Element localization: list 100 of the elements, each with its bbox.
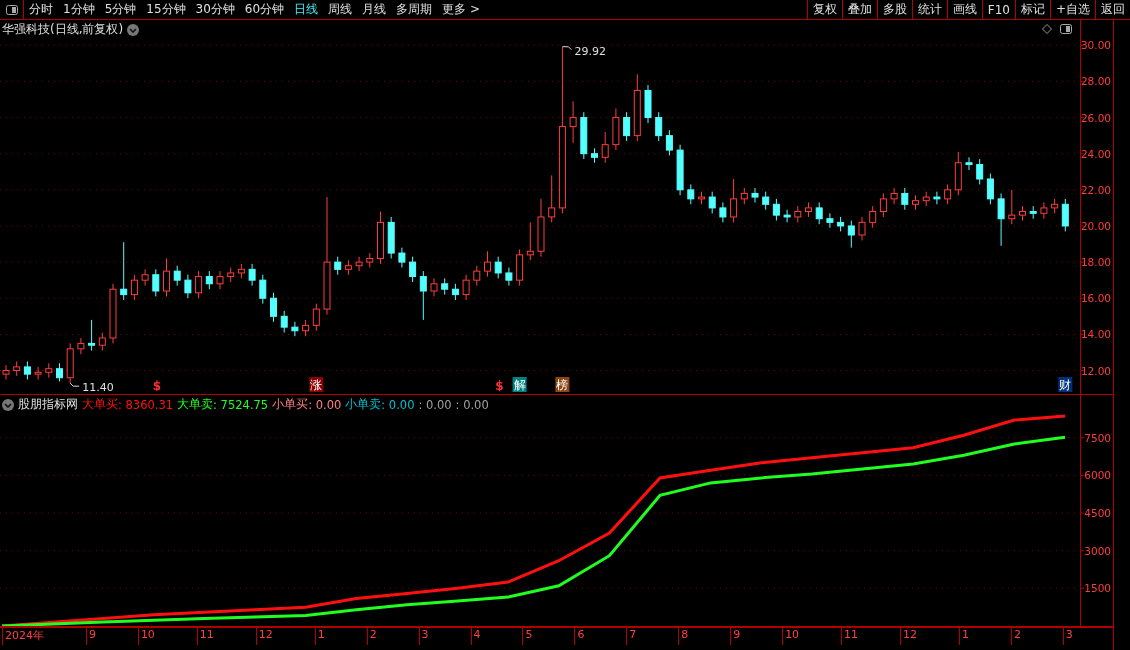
candlestick [163,258,170,297]
event-mark[interactable]: $ [152,379,162,393]
candlestick [334,256,342,276]
candlestick [901,187,909,211]
candlestick [601,131,609,164]
candlestick [344,259,352,276]
candlestick [890,187,898,205]
indicator-reading: : 0.00 [418,397,452,412]
period-tab[interactable]: 周线 [323,0,358,19]
candlestick [655,111,663,142]
panel-toggle-icon[interactable] [1060,24,1072,34]
period-tab[interactable]: 1分钟 [58,0,100,19]
candlestick [409,256,417,283]
candlestick [13,361,21,377]
candlestick [526,221,534,261]
period-tab[interactable]: 30分钟 [190,0,240,19]
candlestick [184,274,192,299]
period-tab[interactable]: 60分钟 [239,0,290,19]
candlestick [88,319,96,352]
candlestick [1029,205,1037,220]
candlestick [66,342,74,384]
panel-toggle-icon[interactable] [5,4,18,15]
candlestick [815,202,823,225]
candlestick [751,187,759,203]
indicator-reading: : 0.00 [381,397,415,412]
leader-line [69,382,80,387]
date-label: 12 [900,628,917,645]
candlestick [912,194,919,211]
candlestick [740,187,748,205]
candlestick [805,202,812,218]
axis-label: 3000 [1084,544,1111,557]
period-tab[interactable]: 分时 [24,0,58,19]
date-label: 2 [366,628,377,645]
chart-title: 华强科技(日线,前复权) [2,21,124,38]
candlestick [730,178,738,223]
candlestick [612,108,620,151]
candlestick [302,319,310,337]
indicator-reading: : 8360.31 [118,397,174,412]
event-tag[interactable]: 解 [512,377,527,392]
candlestick [484,250,491,278]
indicator-name: 股朋指标网 [18,396,78,413]
candlestick [227,267,235,283]
event-tag[interactable]: 涨 [309,377,324,392]
date-label: 4 [470,628,481,645]
candlestick [109,283,117,344]
candlestick [120,241,128,301]
axis-label: 22.00 [1080,183,1111,196]
candlestick [1008,189,1016,225]
period-tab[interactable]: 日线 [289,0,324,19]
event-tag[interactable]: 财 [1058,377,1073,392]
date-label: 3 [1062,628,1073,645]
axis-label: 12.00 [1080,364,1111,377]
date-label: 11 [196,628,214,645]
chevron-down-icon[interactable] [127,23,140,36]
candlestick [98,332,106,352]
candlestick [1019,205,1026,222]
price-annotation: 11.40 [82,381,114,394]
candlestick [965,156,973,171]
axis-label: 26.00 [1080,111,1111,124]
candlestick [23,361,31,381]
period-tab[interactable]: 15分钟 [141,0,191,19]
period-tab[interactable]: 更多 > [437,0,485,19]
candlestick [569,100,577,144]
date-label: 11 [841,628,859,645]
candlestick [847,220,855,249]
axis-label: 6000 [1084,469,1111,482]
date-label: 6 [574,628,585,645]
date-label: 2024年 [2,628,44,645]
period-tab[interactable]: 5分钟 [99,0,142,19]
candlestick [270,292,277,323]
candlestick [355,256,363,272]
candlestick [516,248,524,287]
candlestick [922,191,930,207]
candlestick [879,192,887,218]
event-mark[interactable]: $ [495,379,504,393]
period-tab[interactable]: 多周期 [391,0,438,19]
chevron-down-icon[interactable] [2,398,14,411]
candlestick [665,129,673,156]
candlestick [216,270,224,290]
date-label: 9 [730,628,741,645]
axis-label: 24.00 [1080,147,1111,160]
candlestick [837,216,845,232]
date-label: 10 [137,628,155,645]
event-tag[interactable]: 榜 [555,377,570,392]
diamond-icon[interactable] [1042,24,1052,34]
candlestick [633,73,641,142]
candlestick [398,247,406,269]
axis-label: 16.00 [1080,292,1111,305]
date-label: 7 [626,628,637,645]
axis-label: 7500 [1084,431,1111,444]
candlestick [173,265,181,287]
candlestick [141,268,149,287]
candlestick [708,191,716,214]
candlestick [248,263,256,287]
candlestick [494,256,502,279]
period-tab[interactable]: 月线 [357,0,392,19]
axis-label: 20.00 [1080,219,1111,232]
date-label: 10 [782,628,800,645]
candlestick [537,198,545,258]
candlestick [451,283,459,301]
